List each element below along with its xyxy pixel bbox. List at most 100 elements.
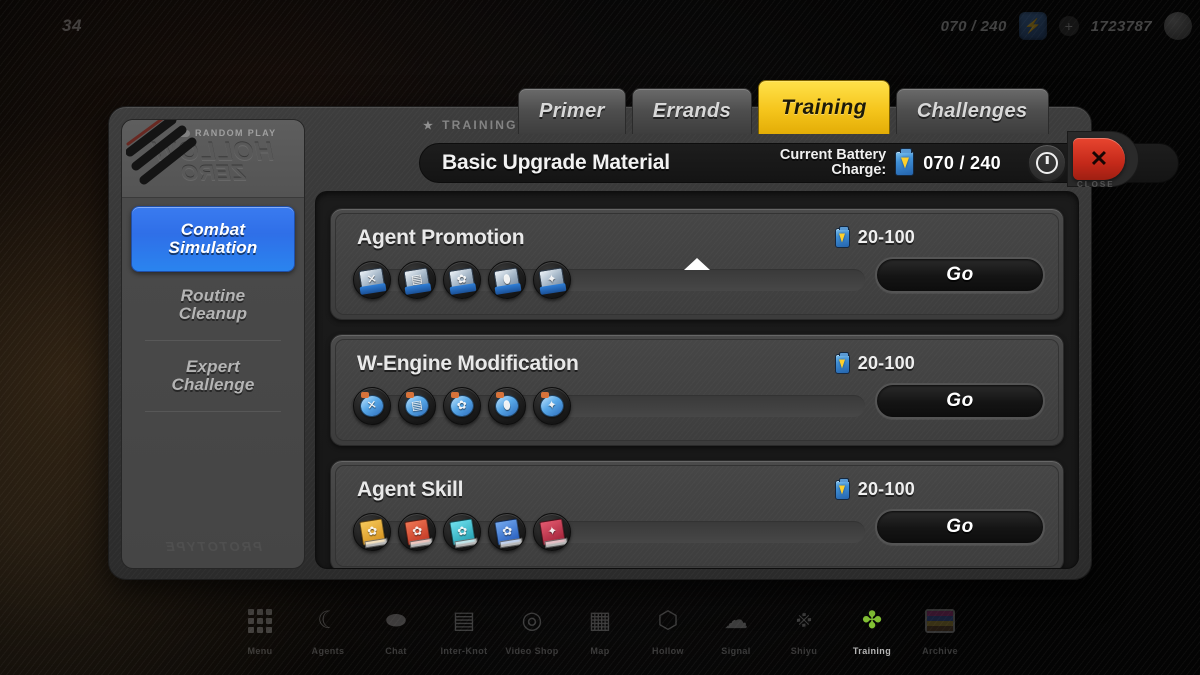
mission-card-w-engine-modification: W-Engine Modification 20-100 ✕ ▤ ✿ ⬮ ✦ G… xyxy=(330,334,1064,446)
battery-icon xyxy=(895,147,915,176)
engine-basic-icon[interactable]: ✕ xyxy=(353,387,391,425)
nav-label: Chat xyxy=(385,645,407,656)
info-button[interactable] xyxy=(1027,143,1067,183)
card-cost-value: 20-100 xyxy=(857,227,915,247)
nav-label: Training xyxy=(852,645,892,656)
badge-dot-icon xyxy=(178,129,190,137)
chip-glyph: ✿ xyxy=(410,523,423,539)
material-plating-icon[interactable]: ▤ xyxy=(398,261,436,299)
material-rod-icon[interactable]: ⬮ xyxy=(488,261,526,299)
map-icon: ▦ xyxy=(588,606,612,634)
material-shield-icon[interactable]: ✦ xyxy=(533,261,571,299)
nav-label: Video Shop xyxy=(505,645,559,656)
card-cost: 20-100 xyxy=(834,351,915,374)
chip-glyph: ✦ xyxy=(545,397,558,413)
close-button-assembly: ✕ CLOSE xyxy=(1067,131,1139,189)
sidebar: RANDOM PLAY HOLLOW ZERO Combat Simulatio… xyxy=(121,119,305,569)
currency-value: 1723787 xyxy=(1090,17,1152,35)
go-button[interactable]: Go xyxy=(875,509,1045,545)
battery-icon xyxy=(834,351,850,374)
chip-glyph: ✿ xyxy=(365,523,378,539)
routine-cleanup-line-2: Cleanup xyxy=(178,304,248,323)
skill-book-crimson-icon[interactable]: ✦ xyxy=(533,513,571,551)
chip-glyph: ▤ xyxy=(410,397,424,413)
nav-label: Shiyu xyxy=(790,645,818,656)
go-button[interactable]: Go xyxy=(875,257,1045,293)
battery-charge-value: 070 / 240 xyxy=(940,17,1007,35)
content-area: ★ TRAINING ★ Basic Upgrade Material Curr… xyxy=(315,118,1179,569)
chip-glyph: ✕ xyxy=(365,397,378,413)
nav-item-menu[interactable]: Menu xyxy=(226,603,294,656)
nav-item-agents[interactable]: ☾ Agents xyxy=(294,603,362,656)
card-title: W-Engine Modification xyxy=(357,352,579,375)
tab-challenges[interactable]: Challenges xyxy=(895,88,1049,134)
nav-label: Hollow xyxy=(652,645,684,656)
close-button[interactable]: ✕ xyxy=(1073,138,1125,180)
card-cost-value: 20-100 xyxy=(857,479,915,499)
nav-label: Map xyxy=(590,645,610,656)
nav-item-chat[interactable]: ⬬ Chat xyxy=(362,603,430,656)
engine-shield-icon[interactable]: ✦ xyxy=(533,387,571,425)
engine-rod-icon[interactable]: ⬮ xyxy=(488,387,526,425)
add-battery-button[interactable]: + xyxy=(1058,16,1079,36)
tab-strip: Primer Errands Training Challenges xyxy=(518,80,1049,134)
nav-item-shiyu[interactable]: ፠ Shiyu xyxy=(770,603,838,656)
skill-book-cyan-icon[interactable]: ✿ xyxy=(443,513,481,551)
chip: ✿ xyxy=(403,518,431,546)
nav-item-archive[interactable]: Archive xyxy=(906,603,974,656)
sidebar-header: RANDOM PLAY HOLLOW ZERO xyxy=(122,120,304,198)
inter-knot-icon: ▤ xyxy=(452,606,476,634)
denny-coin-icon xyxy=(1164,12,1192,40)
go-button[interactable]: Go xyxy=(875,383,1045,419)
tab-training[interactable]: Training xyxy=(758,80,890,134)
charge-value: 070 / 240 xyxy=(923,152,1001,173)
card-reward-icons: ✿ ✿ ✿ ✿ ✦ xyxy=(353,513,571,551)
sidebar-item-combat-simulation[interactable]: Combat Simulation xyxy=(131,206,295,272)
card-cost-value: 20-100 xyxy=(857,353,915,373)
engine-plating-icon[interactable]: ▤ xyxy=(398,387,436,425)
skill-book-red-icon[interactable]: ✿ xyxy=(398,513,436,551)
chip-glyph: ✿ xyxy=(455,397,468,413)
nav-item-signal[interactable]: ☁ Signal xyxy=(702,603,770,656)
chip-glyph: ⬮ xyxy=(502,397,512,413)
nav-item-inter-knot[interactable]: ▤ Inter-Knot xyxy=(430,603,498,656)
engine-core-icon[interactable]: ✿ xyxy=(443,387,481,425)
nav-item-hollow[interactable]: ⬡ Hollow xyxy=(634,603,702,656)
nav-item-map[interactable]: ▦ Map xyxy=(566,603,634,656)
chip: ✦ xyxy=(538,393,566,419)
battery-icon xyxy=(834,225,850,248)
chip-glyph: ✿ xyxy=(455,271,468,287)
card-title: Agent Promotion xyxy=(357,226,525,249)
sidebar-item-expert-challenge[interactable]: Expert Challenge xyxy=(131,343,295,409)
chat-icon: ⬬ xyxy=(385,606,407,634)
sidebar-divider xyxy=(145,411,281,412)
current-battery-charge: Current Battery Charge: 070 / 240 xyxy=(780,143,1001,183)
chip-glyph: ⬮ xyxy=(502,271,512,287)
top-resources: 070 / 240 + 1723787 xyxy=(941,12,1192,40)
chip: ✕ xyxy=(358,267,386,293)
nav-item-training[interactable]: ✤ Training xyxy=(838,603,906,656)
skill-book-gold-icon[interactable]: ✿ xyxy=(353,513,391,551)
chip-glyph: ✦ xyxy=(545,271,558,287)
material-basic-icon[interactable]: ✕ xyxy=(353,261,391,299)
chip: ✿ xyxy=(448,518,476,546)
routine-cleanup-line-1: Routine xyxy=(180,286,246,306)
material-core-icon[interactable]: ✿ xyxy=(443,261,481,299)
nav-label: Signal xyxy=(721,645,751,656)
breadcrumb-label: TRAINING xyxy=(442,118,518,132)
battery-icon xyxy=(1018,12,1047,40)
grid-menu-icon xyxy=(242,603,278,639)
charge-label-line-1: Current Battery xyxy=(779,146,887,163)
scroll-up-arrow[interactable] xyxy=(684,258,710,270)
tab-errands[interactable]: Errands xyxy=(631,88,753,134)
game-screen: 34 070 / 240 + 1723787 Primer Errands Tr… xyxy=(0,0,1200,675)
sidebar-item-routine-cleanup[interactable]: Routine Cleanup xyxy=(131,272,295,338)
chip: ▤ xyxy=(403,267,431,293)
training-icon: ✤ xyxy=(861,606,883,634)
expert-challenge-line-1: Expert xyxy=(185,357,241,377)
card-reward-icons: ✕ ▤ ✿ ⬮ ✦ xyxy=(353,261,571,299)
nav-item-video-shop[interactable]: ◎ Video Shop xyxy=(498,603,566,656)
page-title: Basic Upgrade Material xyxy=(442,151,670,174)
skill-book-blue-icon[interactable]: ✿ xyxy=(488,513,526,551)
tab-primer[interactable]: Primer xyxy=(518,88,626,134)
